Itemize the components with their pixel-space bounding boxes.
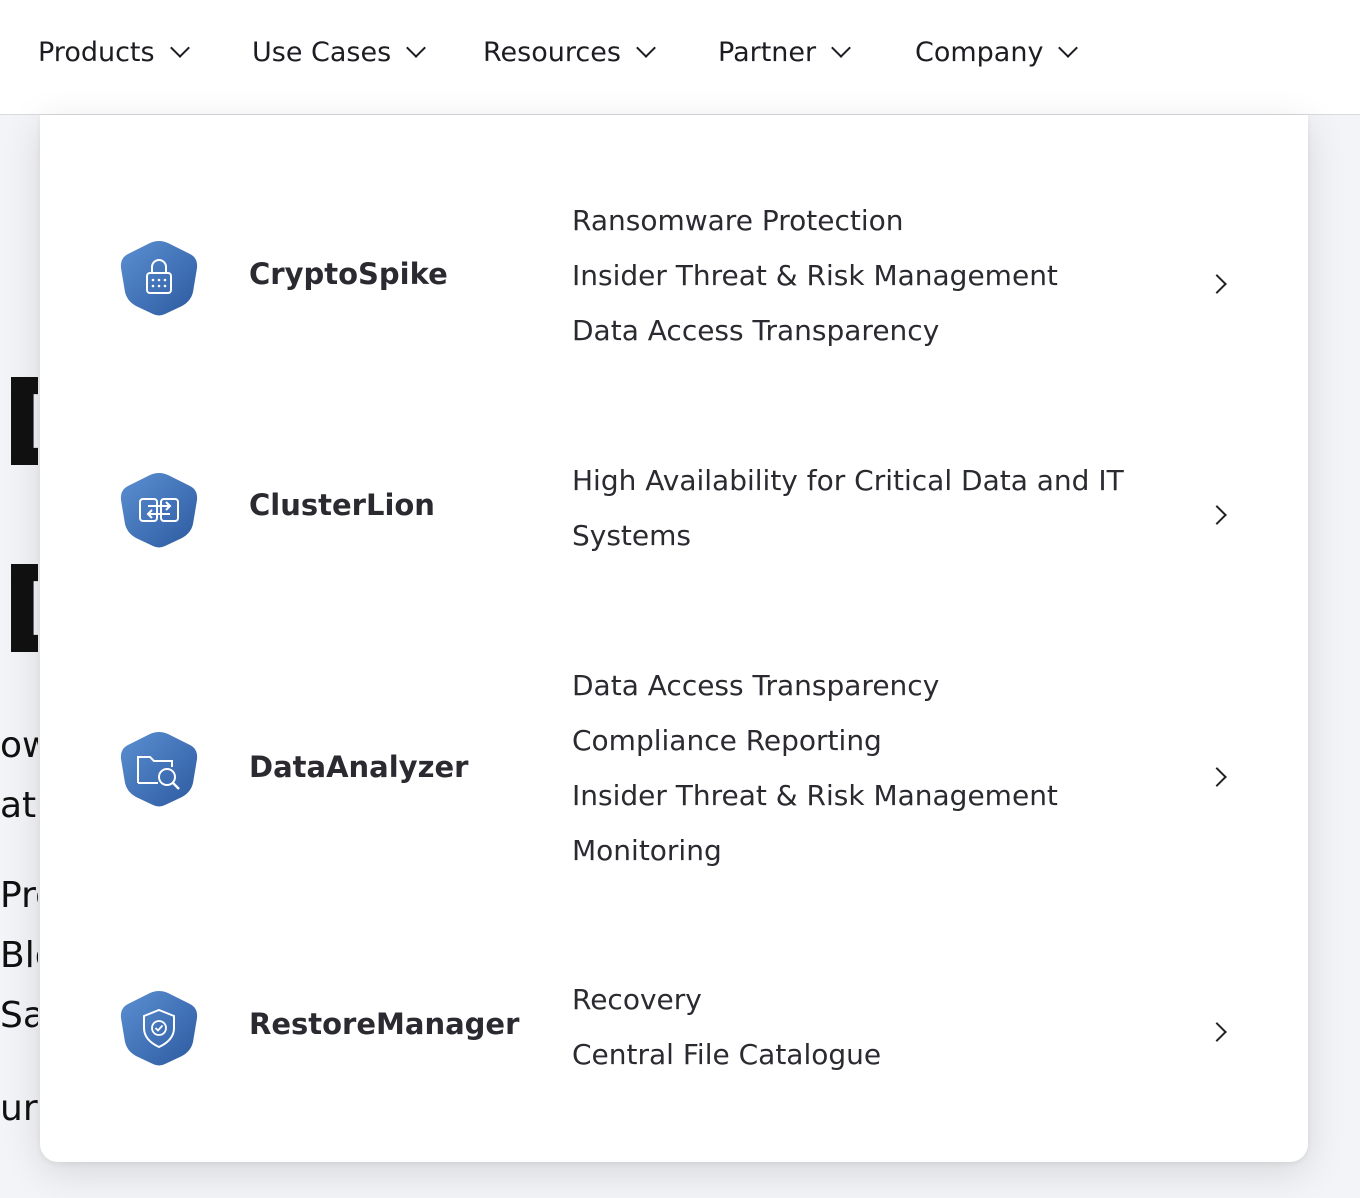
feature-item[interactable]: Systems bbox=[572, 508, 1132, 563]
nav-item-products[interactable]: Products bbox=[38, 30, 190, 74]
chevron-down-icon bbox=[635, 38, 656, 58]
feature-item[interactable]: Central File Catalogue bbox=[572, 1027, 1132, 1082]
feature-item[interactable]: Recovery bbox=[572, 972, 1132, 1027]
nav-item-label: Partner bbox=[718, 36, 817, 68]
product-row-cryptospike[interactable]: CryptoSpike Ransomware Protection Inside… bbox=[40, 195, 1308, 365]
feature-list: Data Access Transparency Compliance Repo… bbox=[572, 658, 1132, 878]
background-text-fragment: Blo bbox=[0, 938, 38, 974]
feature-item[interactable]: Data Access Transparency bbox=[572, 303, 1132, 358]
feature-item[interactable]: High Availability for Critical Data and … bbox=[572, 453, 1132, 508]
chevron-down-icon bbox=[169, 38, 190, 58]
feature-list: High Availability for Critical Data and … bbox=[572, 453, 1132, 563]
feature-item[interactable]: Data Access Transparency bbox=[572, 658, 1132, 713]
nav-item-company[interactable]: Company bbox=[915, 30, 1079, 74]
background-text-fragment: ow bbox=[0, 728, 38, 764]
product-row-dataanalyzer[interactable]: DataAnalyzer Data Access Transparency Co… bbox=[40, 658, 1308, 888]
nav-item-use-cases[interactable]: Use Cases bbox=[252, 30, 427, 74]
chevron-right-icon[interactable] bbox=[1207, 1022, 1227, 1042]
product-name: DataAnalyzer bbox=[249, 750, 469, 784]
background-text-fragment: ur s bbox=[0, 1091, 38, 1127]
background-text-fragment: ata bbox=[0, 788, 38, 824]
chevron-down-icon bbox=[831, 38, 852, 58]
background-text-fragment: Saf bbox=[0, 998, 38, 1034]
chevron-right-icon[interactable] bbox=[1207, 274, 1227, 294]
feature-list: Recovery Central File Catalogue bbox=[572, 972, 1132, 1082]
chevron-right-icon[interactable] bbox=[1207, 505, 1227, 525]
chevron-down-icon bbox=[406, 38, 427, 58]
feature-item[interactable]: Monitoring bbox=[572, 823, 1132, 878]
top-navigation: Products Use Cases Resources Partner Com… bbox=[0, 0, 1360, 115]
nav-item-label: Resources bbox=[483, 36, 621, 68]
nav-item-resources[interactable]: Resources bbox=[483, 30, 656, 74]
background-text-fragment: Pro bbox=[0, 878, 38, 914]
nav-item-label: Use Cases bbox=[252, 36, 392, 68]
product-name: ClusterLion bbox=[249, 488, 435, 522]
shield-check-icon bbox=[120, 991, 198, 1066]
cluster-arrows-icon bbox=[120, 473, 198, 548]
lock-icon bbox=[120, 241, 198, 316]
product-name: RestoreManager bbox=[249, 1007, 520, 1041]
feature-item[interactable]: Insider Threat & Risk Management bbox=[572, 768, 1132, 823]
product-row-restoremanager[interactable]: RestoreManager Recovery Central File Cat… bbox=[40, 973, 1308, 1093]
chevron-down-icon bbox=[1058, 38, 1079, 58]
feature-item[interactable]: Ransomware Protection bbox=[572, 193, 1132, 248]
feature-item[interactable]: Insider Threat & Risk Management bbox=[572, 248, 1132, 303]
feature-list: Ransomware Protection Insider Threat & R… bbox=[572, 193, 1132, 358]
chevron-right-icon[interactable] bbox=[1207, 767, 1227, 787]
nav-item-label: Company bbox=[915, 36, 1044, 68]
folder-search-icon bbox=[120, 732, 198, 807]
feature-item[interactable]: Compliance Reporting bbox=[572, 713, 1132, 768]
products-dropdown: CryptoSpike Ransomware Protection Inside… bbox=[40, 115, 1308, 1162]
product-name: CryptoSpike bbox=[249, 257, 448, 291]
background-heading-fragment: D bbox=[0, 365, 38, 485]
nav-item-partner[interactable]: Partner bbox=[718, 30, 852, 74]
nav-item-label: Products bbox=[38, 36, 155, 68]
background-heading-fragment: D bbox=[0, 552, 38, 672]
product-row-clusterlion[interactable]: ClusterLion High Availability for Critic… bbox=[40, 455, 1308, 585]
